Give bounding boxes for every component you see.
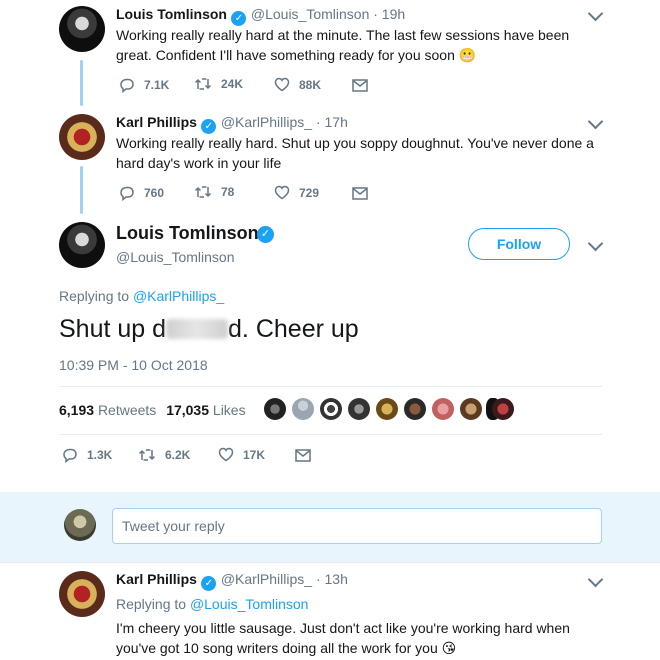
retweets-label: Retweets xyxy=(97,402,157,418)
retweet-button[interactable]: 78 xyxy=(194,185,234,199)
heart-icon xyxy=(274,185,290,200)
author-name[interactable]: Karl Phillips xyxy=(116,114,197,130)
replying-to: Replying to @Louis_Tomlinson xyxy=(116,596,308,612)
retweet-count: 78 xyxy=(221,185,235,199)
avatar xyxy=(64,509,96,541)
verified-icon: ✓ xyxy=(201,119,217,134)
like-button[interactable]: 17K xyxy=(218,447,265,462)
author-name[interactable]: Louis Tomlinson xyxy=(116,223,259,244)
liker-avatar[interactable] xyxy=(264,398,286,420)
likers-avatar-row xyxy=(264,398,514,422)
likes-label: Likes xyxy=(212,402,246,418)
heart-icon xyxy=(274,77,290,92)
liker-avatar[interactable] xyxy=(348,398,370,420)
reply-count: 760 xyxy=(144,186,165,200)
reply-icon xyxy=(63,448,77,463)
avatar[interactable] xyxy=(59,571,105,617)
likes-count: 17,035 xyxy=(166,402,210,418)
tweet-text: Working really really hard at the minute… xyxy=(116,27,570,63)
chevron-down-icon[interactable] xyxy=(587,5,604,22)
like-button[interactable]: 729 xyxy=(274,185,319,200)
tweet-header: Louis Tomlinson ✓ @Louis_Tomlinson · 19h xyxy=(116,6,405,26)
direct-message-button[interactable] xyxy=(352,79,377,92)
censor-blur xyxy=(166,319,229,339)
replying-to-link[interactable]: @KarlPhillips_ xyxy=(133,288,224,304)
liker-avatar[interactable] xyxy=(404,398,426,420)
liker-avatar[interactable] xyxy=(320,398,342,420)
envelope-icon xyxy=(295,449,311,462)
retweet-count: 6.2K xyxy=(165,448,191,462)
direct-message-button[interactable] xyxy=(352,187,377,200)
reply-count: 7.1K xyxy=(144,78,170,92)
author-handle[interactable]: @Louis_Tomlinson · 19h xyxy=(251,6,405,22)
author-handle[interactable]: @KarlPhillips_ · 17h xyxy=(221,114,348,130)
engagement-stats: 6,193 Retweets 17,035 Likes xyxy=(59,402,246,418)
reply-count: 1.3K xyxy=(87,448,113,462)
like-count: 17K xyxy=(243,447,266,462)
avatar[interactable] xyxy=(59,6,105,52)
reply-button[interactable]: 760 xyxy=(119,185,164,201)
retweets-stat[interactable]: 6,193 Retweets xyxy=(59,402,156,418)
like-count: 88K xyxy=(299,77,322,92)
verified-icon: ✓ xyxy=(201,576,217,591)
reply-button[interactable]: 7.1K xyxy=(119,77,169,93)
like-count: 729 xyxy=(299,185,320,200)
chevron-down-icon[interactable] xyxy=(587,571,604,588)
author-handle[interactable]: @KarlPhillips_ · 13h xyxy=(221,571,348,587)
replying-prefix: Replying to xyxy=(59,288,133,304)
thread-line xyxy=(80,166,83,214)
author-name[interactable]: Karl Phillips xyxy=(116,571,197,587)
replying-prefix: Replying to xyxy=(116,596,190,612)
tweet-text: Working really really hard. Shut up you … xyxy=(116,135,594,171)
chevron-down-icon[interactable] xyxy=(587,235,604,252)
retweets-count: 6,193 xyxy=(59,402,95,418)
liker-avatar[interactable] xyxy=(492,398,514,420)
tweet-text-end: d. Cheer up xyxy=(228,315,359,343)
envelope-icon xyxy=(352,79,368,92)
retweet-icon xyxy=(138,449,156,461)
thread-line xyxy=(80,60,83,106)
reply-icon xyxy=(120,78,134,93)
envelope-icon xyxy=(352,187,368,200)
verified-icon: ✓ xyxy=(231,11,247,26)
divider xyxy=(59,386,602,387)
retweet-icon xyxy=(194,186,212,198)
likes-stat[interactable]: 17,035 Likes xyxy=(166,402,245,418)
author-handle[interactable]: @Louis_Tomlinson xyxy=(116,249,235,265)
like-button[interactable]: 88K xyxy=(274,77,321,92)
tweet-text: I'm cheery you little sausage. Just don'… xyxy=(116,620,570,656)
timestamp[interactable]: 10:39 PM - 10 Oct 2018 xyxy=(59,357,208,373)
liker-avatar[interactable] xyxy=(376,398,398,420)
tweet-header: Karl Phillips ✓ @KarlPhillips_ · 13h xyxy=(116,571,348,591)
follow-button[interactable]: Follow xyxy=(468,228,570,260)
tweet-text-large: Shut up d d. Cheer up xyxy=(59,313,359,345)
reply-input-placeholder: Tweet your reply xyxy=(122,518,225,534)
liker-avatar[interactable] xyxy=(292,398,314,420)
tweet-text-start: Shut up d xyxy=(59,315,167,343)
heart-icon xyxy=(218,447,234,462)
replying-to: Replying to @KarlPhillips_ xyxy=(59,288,224,304)
divider xyxy=(0,562,660,563)
liker-avatar[interactable] xyxy=(432,398,454,420)
retweet-button[interactable]: 6.2K xyxy=(138,448,190,462)
reply-composer: Tweet your reply xyxy=(0,492,660,562)
divider xyxy=(59,434,602,435)
reply-icon xyxy=(120,186,134,201)
author-name[interactable]: Louis Tomlinson xyxy=(116,6,227,22)
chevron-down-icon[interactable] xyxy=(587,113,604,130)
tweet-header: Karl Phillips ✓ @KarlPhillips_ · 17h xyxy=(116,114,348,134)
liker-avatar[interactable] xyxy=(460,398,482,420)
direct-message-button[interactable] xyxy=(295,449,320,462)
retweet-count: 24K xyxy=(221,77,244,91)
retweet-button[interactable]: 24K xyxy=(194,77,243,91)
avatar[interactable] xyxy=(59,114,105,160)
reply-button[interactable]: 1.3K xyxy=(62,447,112,463)
replying-to-link[interactable]: @Louis_Tomlinson xyxy=(190,596,309,612)
retweet-icon xyxy=(194,78,212,90)
verified-icon: ✓ xyxy=(257,226,274,243)
avatar[interactable] xyxy=(59,222,105,268)
reply-input[interactable]: Tweet your reply xyxy=(112,508,602,544)
